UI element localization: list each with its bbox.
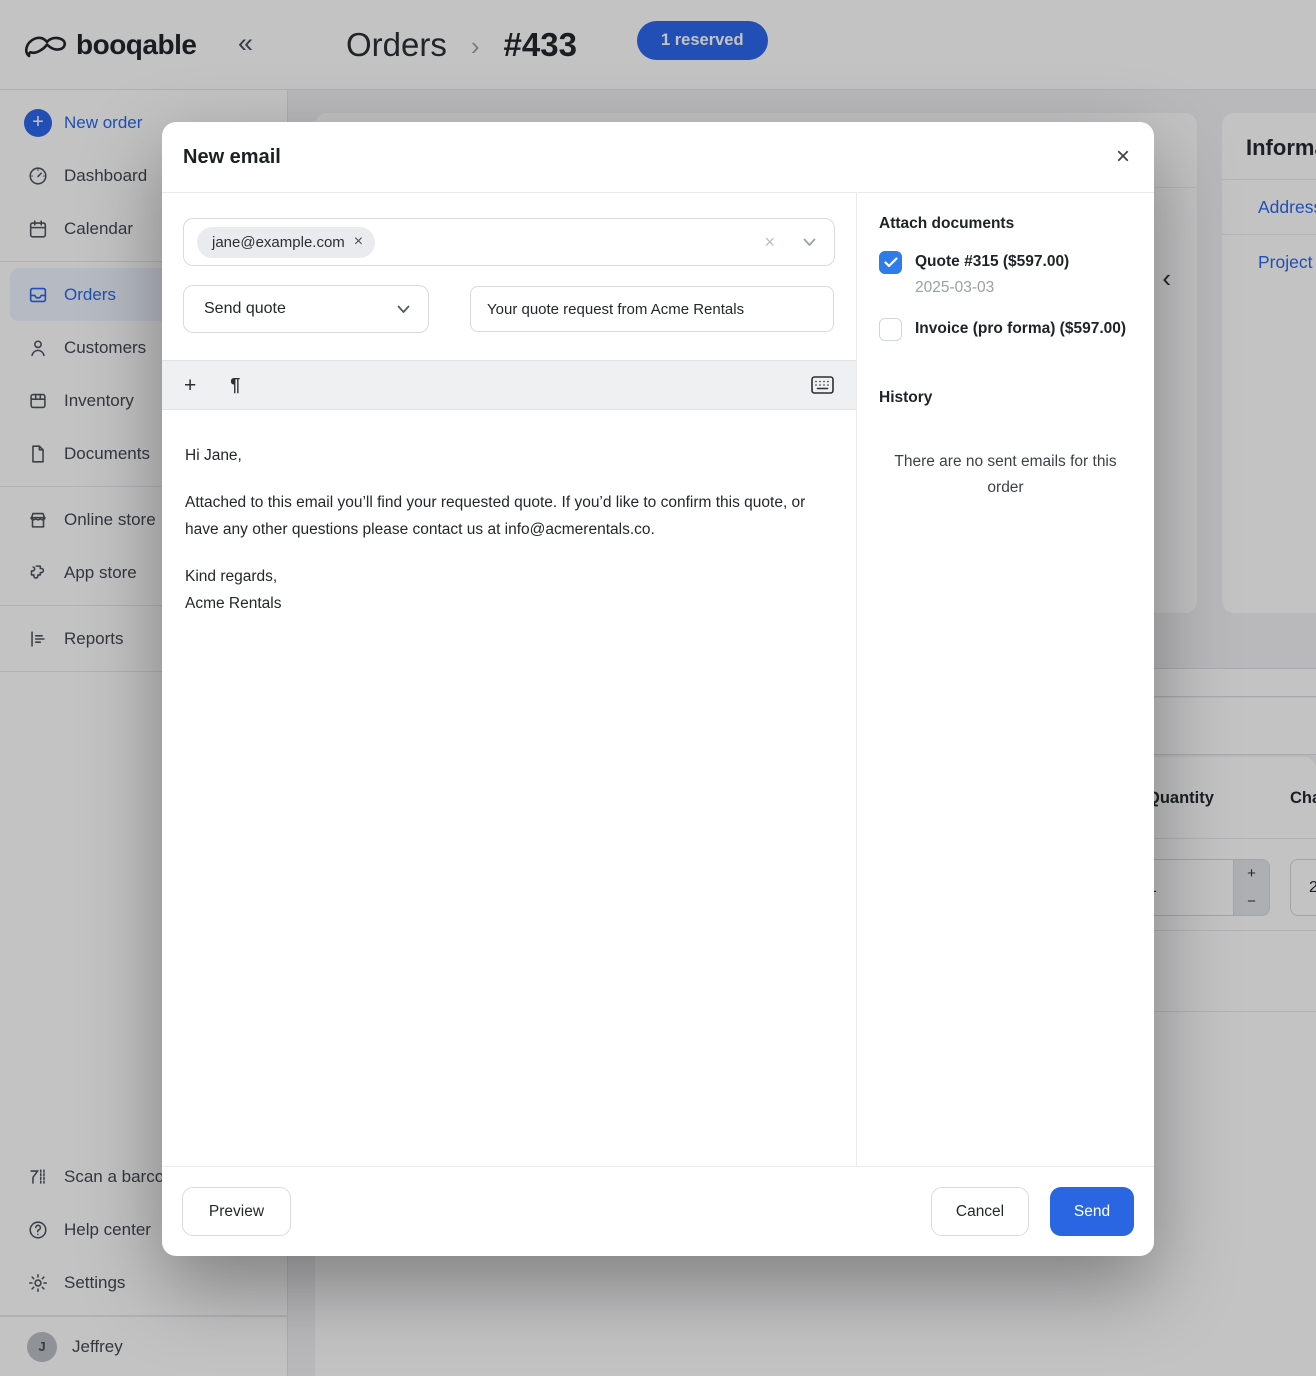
modal-header: New email × — [162, 122, 1154, 193]
template-select-value: Send quote — [204, 300, 286, 318]
attach-item-quote: Quote #315 ($597.00) 2025-03-03 — [879, 250, 1132, 299]
history-empty-message: There are no sent emails for this order — [888, 449, 1123, 501]
attach-item-invoice: Invoice (pro forma) ($597.00) — [879, 317, 1132, 341]
modal-footer: Preview Cancel Send — [162, 1166, 1154, 1256]
modal-title: New email — [183, 146, 281, 169]
history-heading: History — [879, 389, 1132, 407]
email-paragraph: Attached to this email you’ll find your … — [185, 489, 825, 543]
chevron-down-icon — [397, 305, 410, 314]
keyboard-icon[interactable] — [811, 376, 834, 394]
email-greeting: Hi Jane, — [185, 442, 825, 469]
paragraph-format-button[interactable]: ¶ — [230, 376, 240, 394]
subject-input[interactable] — [470, 286, 834, 332]
editor-toolbar: + ¶ — [162, 360, 856, 410]
attachments-column: Attach documents Quote #315 ($597.00) 20… — [856, 193, 1154, 1166]
recipient-email: jane@example.com — [212, 234, 345, 251]
email-signoff-line: Kind regards, — [185, 568, 277, 585]
quote-checkbox[interactable] — [879, 251, 902, 274]
clear-recipients-icon[interactable]: × — [764, 232, 803, 253]
compose-column: jane@example.com × × Send quote + ¶ — [162, 193, 856, 1166]
email-signature: Acme Rentals — [185, 595, 281, 612]
new-email-modal: New email × jane@example.com × × Send qu… — [162, 122, 1154, 1256]
cancel-button[interactable]: Cancel — [931, 1187, 1029, 1236]
email-body-editor[interactable]: Hi Jane, Attached to this email you’ll f… — [162, 410, 856, 617]
template-subject-row: Send quote — [183, 285, 834, 333]
template-select[interactable]: Send quote — [183, 285, 429, 333]
modal-body: jane@example.com × × Send quote + ¶ — [162, 193, 1154, 1166]
send-button[interactable]: Send — [1050, 1187, 1134, 1236]
attach-item-label: Invoice (pro forma) ($597.00) — [915, 317, 1126, 340]
preview-button[interactable]: Preview — [182, 1187, 291, 1236]
recipient-field[interactable]: jane@example.com × × — [183, 218, 835, 266]
email-signoff: Kind regards, Acme Rentals — [185, 563, 825, 617]
recipient-chip[interactable]: jane@example.com × — [197, 227, 375, 258]
chip-remove-icon[interactable]: × — [354, 233, 363, 251]
invoice-checkbox[interactable] — [879, 318, 902, 341]
attach-documents-heading: Attach documents — [879, 215, 1132, 233]
checkmark-icon — [884, 257, 898, 268]
chevron-down-icon[interactable] — [803, 238, 816, 247]
insert-button[interactable]: + — [184, 375, 196, 396]
attach-item-label: Quote #315 ($597.00) — [915, 250, 1069, 273]
close-icon[interactable]: × — [1116, 145, 1130, 169]
attach-item-date: 2025-03-03 — [915, 276, 1069, 299]
app-window: booqable « Orders › #433 1 reserved + Ne… — [0, 0, 1316, 1376]
